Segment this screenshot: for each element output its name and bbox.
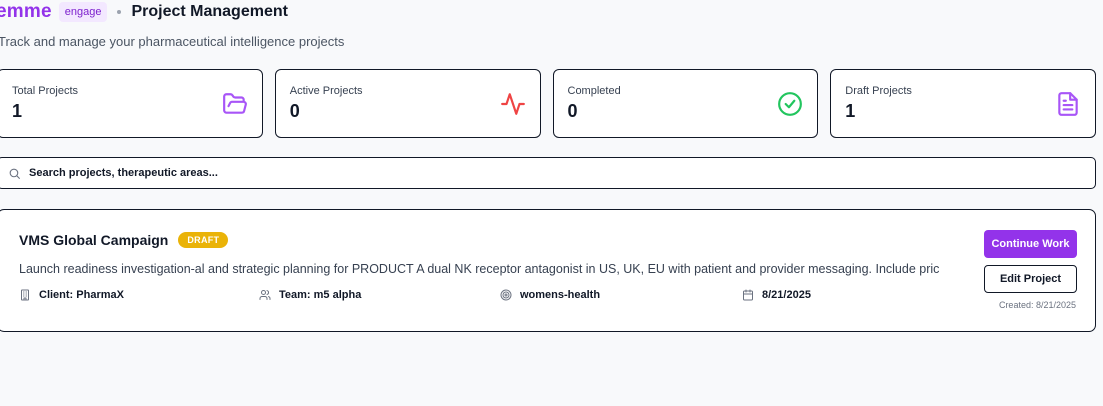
- client-label: Client: PharmaX: [39, 289, 124, 301]
- stat-label: Active Projects: [289, 85, 363, 97]
- meta-date: 8/21/2025: [742, 289, 811, 301]
- team-label: Team: m5 alpha: [279, 289, 362, 301]
- activity-icon: [500, 93, 525, 115]
- search-input[interactable]: [29, 167, 929, 179]
- project-title: VMS Global Campaign: [19, 232, 169, 248]
- stat-value: 1: [12, 101, 23, 121]
- continue-work-button[interactable]: Continue Work: [984, 230, 1077, 258]
- meta-area: womens-health: [500, 289, 600, 301]
- page-title: Project Management: [131, 3, 288, 20]
- project-description: Launch readiness investigation-al and st…: [19, 262, 940, 276]
- product-badge: engage: [58, 2, 108, 22]
- separator-dot: [117, 10, 122, 14]
- target-icon: [500, 289, 512, 301]
- calendar-icon: [743, 289, 753, 301]
- meta-client: Client: PharmaX: [19, 289, 124, 301]
- therapeutic-area-label: womens-health: [520, 289, 601, 301]
- check-circle-icon: [778, 92, 803, 116]
- stat-card-total: Total Projects 1: [0, 69, 263, 138]
- stat-label: Draft Projects: [845, 85, 912, 97]
- stat-card-active: Active Projects 0: [274, 69, 541, 138]
- created-date: Created: 8/21/2025: [998, 300, 1076, 310]
- stats-row: Total Projects 1 Active Projects 0 Compl…: [0, 69, 1096, 138]
- status-badge: DRAFT: [178, 232, 229, 248]
- stat-label: Completed: [567, 85, 621, 97]
- page-header: emme engage Project Management: [0, 0, 288, 24]
- stat-label: Total Projects: [12, 85, 79, 97]
- stat-card-draft: Draft Projects 1: [830, 69, 1096, 138]
- project-card[interactable]: VMS Global Campaign DRAFT Launch readine…: [0, 209, 1096, 332]
- stat-value: 0: [289, 101, 300, 121]
- folder-open-icon: [222, 93, 247, 114]
- users-icon: [259, 290, 271, 300]
- project-title-row: VMS Global Campaign DRAFT: [19, 232, 229, 248]
- building-icon: [21, 289, 29, 301]
- brand-logo[interactable]: emme: [0, 1, 52, 23]
- stat-value: 1: [845, 101, 856, 121]
- stat-value: 0: [567, 101, 578, 121]
- page-subtitle: Track and manage your pharmaceutical int…: [0, 34, 345, 49]
- date-label: 8/21/2025: [762, 289, 811, 301]
- search-bar[interactable]: [0, 157, 1096, 189]
- edit-project-button[interactable]: Edit Project: [984, 265, 1077, 293]
- stat-card-completed: Completed 0: [552, 69, 819, 138]
- meta-team: Team: m5 alpha: [259, 289, 361, 301]
- document-icon: [1058, 92, 1078, 116]
- search-icon: [9, 168, 20, 179]
